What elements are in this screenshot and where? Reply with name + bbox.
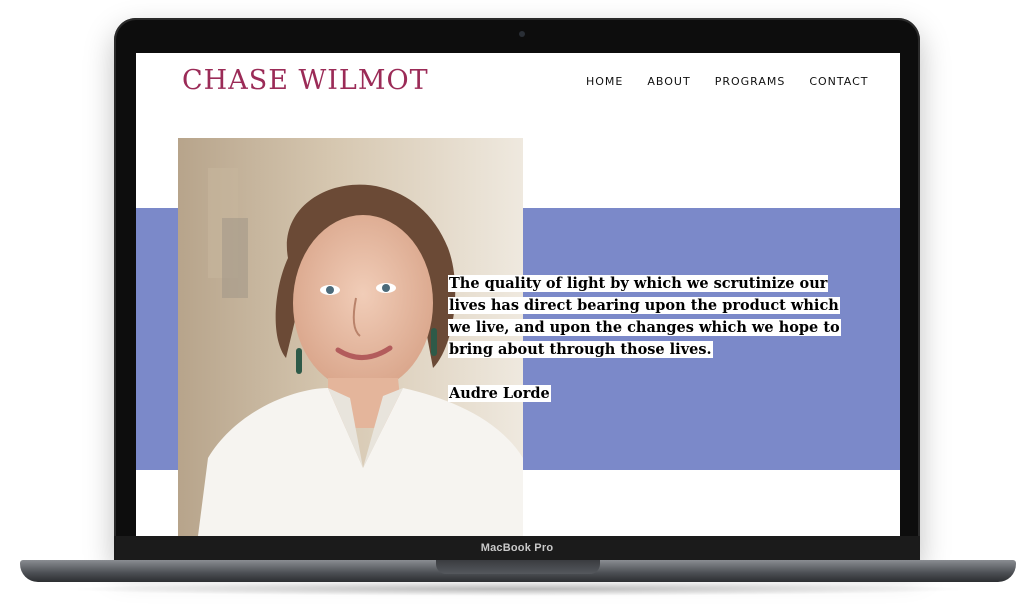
- camera-icon: [519, 31, 525, 37]
- quote-text: The quality of light by which we scrutin…: [448, 275, 841, 358]
- website-screen: CHASE WILMOT HOME ABOUT PROGRAMS CONTACT: [136, 53, 900, 536]
- nav-about-link[interactable]: ABOUT: [647, 75, 690, 88]
- laptop-base-notch: [436, 560, 600, 574]
- hero-quote: The quality of light by which we scrutin…: [448, 273, 848, 361]
- main-navigation: HOME ABOUT PROGRAMS CONTACT: [586, 75, 869, 88]
- device-model-label: MacBook Pro: [480, 542, 554, 554]
- quote-author-name: Audre Lorde: [448, 385, 551, 402]
- laptop-mockup: CHASE WILMOT HOME ABOUT PROGRAMS CONTACT: [0, 0, 1030, 612]
- site-logo[interactable]: CHASE WILMOT: [182, 65, 429, 96]
- nav-programs-link[interactable]: PROGRAMS: [715, 75, 786, 88]
- laptop-chin: MacBook Pro: [114, 536, 920, 560]
- laptop-shadow: [60, 582, 976, 596]
- nav-contact-link[interactable]: CONTACT: [809, 75, 868, 88]
- nav-home-link[interactable]: HOME: [586, 75, 623, 88]
- quote-author: Audre Lorde: [448, 385, 551, 402]
